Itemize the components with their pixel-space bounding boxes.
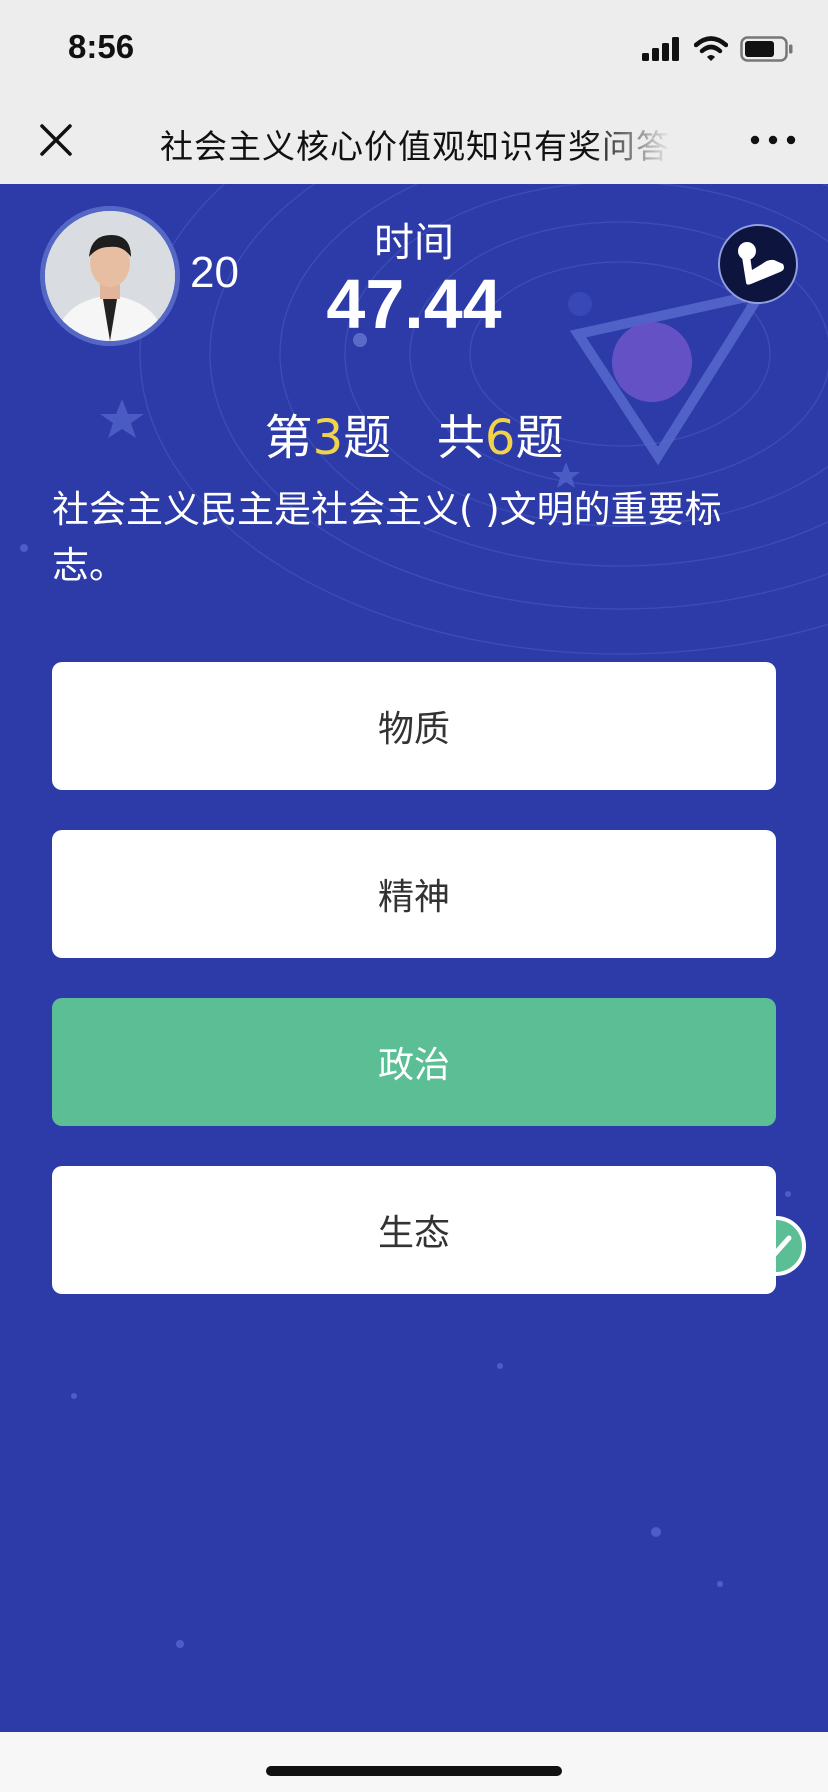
home-area <box>0 1732 828 1792</box>
battery-icon <box>740 36 793 62</box>
wifi-icon <box>694 36 728 61</box>
question-progress: 第3题 共6题 <box>0 398 828 468</box>
timer-value: 47.44 <box>326 265 502 343</box>
progress-middle: 题 共 <box>343 410 485 466</box>
current-question-number: 3 <box>312 410 344 466</box>
option-a[interactable]: 物质 <box>52 662 776 790</box>
page-title: 社会主义核心价值观知识有奖问答 <box>160 127 670 166</box>
total-questions-number: 6 <box>484 410 516 466</box>
music-toggle-button[interactable] <box>718 224 798 304</box>
option-label: 物质 <box>377 709 450 750</box>
option-d[interactable]: 生态 <box>52 1166 776 1294</box>
option-label: 精神 <box>377 877 450 918</box>
quiz-area: 20 时间 47.44 第3题 共6题 社会主义民主是社会主义( )文明的重要标… <box>0 184 828 1732</box>
option-label: 生态 <box>377 1213 450 1254</box>
question-text: 社会主义民主是社会主义( )文明的重要标志。 <box>52 488 722 587</box>
status-time: 8:56 <box>68 28 135 65</box>
music-icon <box>738 242 784 285</box>
progress-prefix: 第 <box>264 410 313 466</box>
option-c[interactable]: 政治 <box>52 998 776 1126</box>
option-b[interactable]: 精神 <box>52 830 776 958</box>
timer-label: 时间 <box>374 220 454 266</box>
nav-bar: 社会主义核心价值观知识有奖问答 <box>0 94 828 184</box>
home-indicator[interactable] <box>266 1766 562 1776</box>
close-icon[interactable] <box>34 118 78 162</box>
status-icons <box>642 34 794 64</box>
more-icon[interactable] <box>748 118 798 162</box>
status-bar: 8:56 <box>0 0 828 94</box>
progress-suffix: 题 <box>515 410 564 466</box>
signal-icon <box>642 37 679 61</box>
option-label: 政治 <box>377 1045 450 1086</box>
